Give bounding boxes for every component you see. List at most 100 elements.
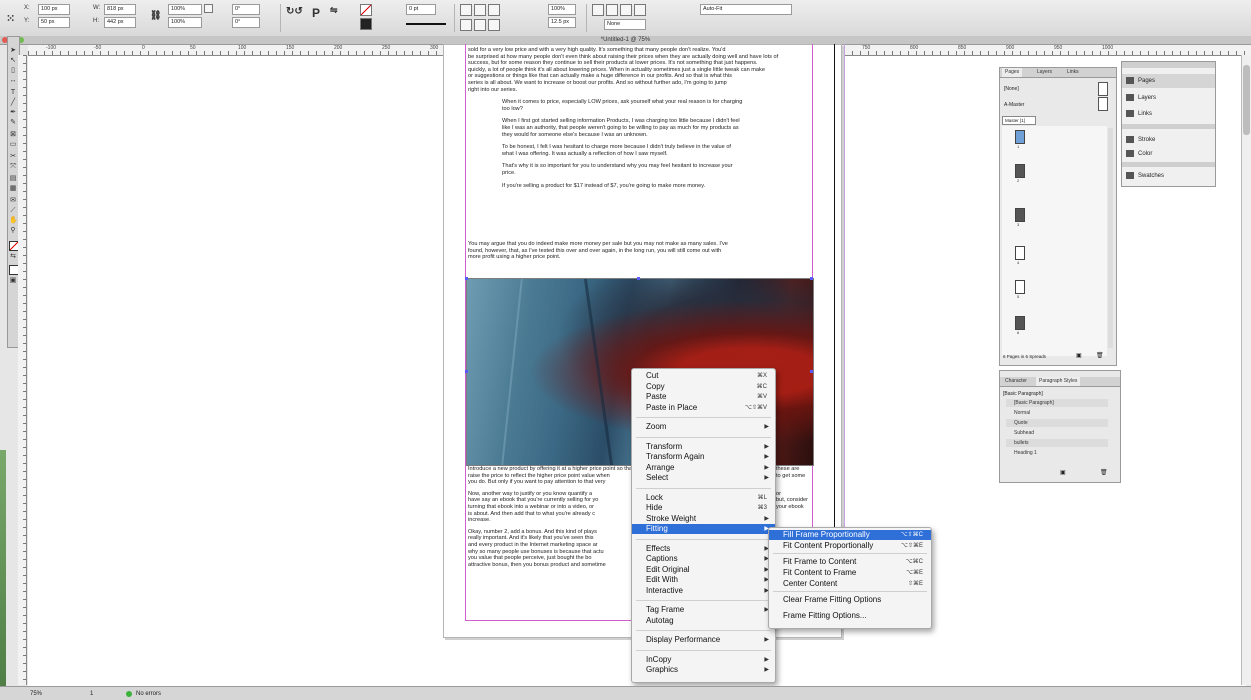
fitting-item-center-content[interactable]: Center Content ⇧⌘E xyxy=(769,579,931,589)
stroke-type-line[interactable] xyxy=(406,23,446,25)
fitting-item-fit-content-to-frame[interactable]: Fit Content to Frame ⌥⌘E xyxy=(769,568,931,578)
align-page-icon[interactable] xyxy=(474,4,486,16)
pencil-tool-icon[interactable]: ✎ xyxy=(9,119,17,127)
shear-field[interactable]: 0° xyxy=(232,17,260,28)
pages-scrollbar[interactable] xyxy=(1108,128,1113,348)
gradient-feather-tool-icon[interactable]: ▦ xyxy=(9,185,17,193)
context-menu-item-effects[interactable]: Effects ▶ xyxy=(632,544,775,554)
master-none-label[interactable]: [None] xyxy=(1004,86,1019,92)
paragraph-style-row[interactable]: bullets xyxy=(1006,439,1108,447)
context-menu-item-display-performance[interactable]: Display Performance ▶ xyxy=(632,635,775,645)
delete-style-icon[interactable]: 🗑 xyxy=(1100,469,1108,476)
context-menu-item-fitting[interactable]: Fitting ▶ xyxy=(632,524,775,534)
y-position-field[interactable]: 50 px xyxy=(38,17,70,28)
text-wrap-box-icon[interactable] xyxy=(606,4,618,16)
type-on-path-icon[interactable]: P xyxy=(312,6,320,20)
zoom-level[interactable]: 75% xyxy=(30,687,42,700)
note-tool-icon[interactable]: ✉ xyxy=(9,197,17,205)
text-wrap-none-icon[interactable] xyxy=(592,4,604,16)
rectangle-frame-tool-icon[interactable]: ⊠ xyxy=(9,131,17,139)
new-style-icon[interactable]: ▣ xyxy=(1060,469,1066,476)
vertical-scrollbar[interactable] xyxy=(1241,55,1251,685)
context-menu-item-tag-frame[interactable]: Tag Frame ▶ xyxy=(632,605,775,615)
fill-swatch-icon[interactable] xyxy=(360,4,372,16)
context-menu-item-graphics[interactable]: Graphics ▶ xyxy=(632,665,775,675)
delete-page-icon[interactable]: 🗑 xyxy=(1096,352,1104,359)
type-tool-icon[interactable]: T xyxy=(9,89,17,97)
reference-point-icon[interactable]: ⁙ xyxy=(6,12,15,25)
dock-item-stroke[interactable]: Stroke xyxy=(1126,134,1155,146)
paragraph-style-row[interactable]: Heading 1 xyxy=(1006,449,1108,457)
fitting-item-fit-frame-to-content[interactable]: Fit Frame to Content ⌥⌘C xyxy=(769,557,931,567)
x-position-field[interactable]: 100 px xyxy=(38,4,70,15)
context-menu-item-paste[interactable]: Paste ⌘V xyxy=(632,392,775,402)
screen-mode-icon[interactable]: ▣ xyxy=(9,277,17,285)
page-thumb-2[interactable] xyxy=(1015,164,1025,178)
text-wrap-jump-icon[interactable] xyxy=(634,4,646,16)
effects-icon[interactable] xyxy=(488,4,500,16)
center-content-icon[interactable] xyxy=(488,19,500,31)
gap-tool-icon[interactable]: ↔ xyxy=(9,77,17,85)
swap-fill-stroke-icon[interactable]: ⇆ xyxy=(9,253,17,261)
paragraph-style-row[interactable]: Subhead xyxy=(1006,429,1108,437)
paragraph-style-row[interactable]: Normal xyxy=(1006,409,1108,417)
free-transform-tool-icon[interactable]: ⤧ xyxy=(9,163,17,171)
fill-frame-icon[interactable] xyxy=(474,19,486,31)
stroke-swatch-icon[interactable] xyxy=(360,18,372,30)
eyedropper-tool-icon[interactable]: ⟋ xyxy=(9,207,17,215)
context-menu-item-zoom[interactable]: Zoom ▶ xyxy=(632,422,775,432)
page-tool-icon[interactable]: ▯ xyxy=(9,67,17,75)
gradient-tool-icon[interactable]: ▤ xyxy=(9,175,17,183)
context-menu-item-autotag[interactable]: Autotag xyxy=(632,616,775,626)
frame-handle[interactable] xyxy=(637,277,640,280)
fitting-item-frame-fitting-options[interactable]: Frame Fitting Options... xyxy=(769,611,931,621)
size-field[interactable]: 12.5 px xyxy=(548,17,576,28)
vertical-ruler[interactable] xyxy=(18,55,27,685)
dock-item-swatches[interactable]: Swatches xyxy=(1126,170,1164,182)
paragraph-style-row[interactable]: [Basic Paragraph] xyxy=(1006,399,1108,407)
rotate-icon[interactable]: ↻↺ xyxy=(286,6,303,17)
height-field[interactable]: 442 px xyxy=(104,17,136,28)
rectangle-tool-icon[interactable]: ▭ xyxy=(9,141,17,149)
page-thumb-4[interactable] xyxy=(1015,246,1025,260)
paragraph-style-row[interactable]: Quote xyxy=(1006,419,1108,427)
dock-item-color[interactable]: Color xyxy=(1126,148,1152,160)
context-menu-item-paste-in-place[interactable]: Paste in Place ⌥⇧⌘V xyxy=(632,403,775,413)
a-master-label[interactable]: A-Master xyxy=(1004,102,1024,108)
context-menu-item-select[interactable]: Select ▶ xyxy=(632,473,775,483)
frame-handle[interactable] xyxy=(465,277,468,280)
context-menu-item-transform[interactable]: Transform ▶ xyxy=(632,442,775,452)
context-menu-item-transform-again[interactable]: Transform Again ▶ xyxy=(632,452,775,462)
frame-handle[interactable] xyxy=(465,370,468,373)
page-thumb-3[interactable] xyxy=(1015,208,1025,222)
tab-links[interactable]: Links xyxy=(1064,68,1082,77)
auto-fit-field[interactable]: Auto-Fit xyxy=(700,4,792,15)
percent-field[interactable]: 100% xyxy=(548,4,576,15)
fitting-item-fit-content-proportionally[interactable]: Fit Content Proportionally ⌥⇧⌘E xyxy=(769,541,931,551)
text-wrap-shape-icon[interactable] xyxy=(620,4,632,16)
rotation-field[interactable]: 0° xyxy=(232,4,260,15)
dock-item-links[interactable]: Links xyxy=(1126,108,1152,120)
flip-horizontal-icon[interactable]: ⇋ xyxy=(330,5,338,16)
selection-tool-icon[interactable]: ➤ xyxy=(9,47,17,55)
pen-tool-icon[interactable]: ✒ xyxy=(9,109,17,117)
context-menu-item-arrange[interactable]: Arrange ▶ xyxy=(632,463,775,473)
dock-item-pages[interactable]: Pages xyxy=(1126,75,1155,87)
context-menu-item-stroke-weight[interactable]: Stroke Weight ▶ xyxy=(632,514,775,524)
scale-y-field[interactable]: 100% xyxy=(168,17,202,28)
scrollbar-thumb[interactable] xyxy=(1243,65,1250,135)
fitting-item-clear-frame-fitting-options[interactable]: Clear Frame Fitting Options xyxy=(769,595,931,605)
scissors-tool-icon[interactable]: ✂ xyxy=(9,153,17,161)
context-menu-item-captions[interactable]: Captions ▶ xyxy=(632,554,775,564)
context-menu-item-copy[interactable]: Copy ⌘C xyxy=(632,382,775,392)
tab-character[interactable]: Character xyxy=(1002,377,1030,386)
constrain-link-icon[interactable]: ⛓ xyxy=(150,10,161,21)
context-menu-item-edit-with[interactable]: Edit With ▶ xyxy=(632,575,775,585)
context-menu-item-edit-original[interactable]: Edit Original ▶ xyxy=(632,565,775,575)
zoom-tool-icon[interactable]: ⚲ xyxy=(9,227,17,235)
object-style-field[interactable]: None xyxy=(604,19,646,30)
width-field[interactable]: 818 px xyxy=(104,4,136,15)
tab-layers[interactable]: Layers xyxy=(1034,68,1055,77)
fitting-item-fill-frame-proportionally[interactable]: Fill Frame Proportionally ⌥⇧⌘C xyxy=(769,530,931,540)
page-thumb-6[interactable] xyxy=(1015,316,1025,330)
